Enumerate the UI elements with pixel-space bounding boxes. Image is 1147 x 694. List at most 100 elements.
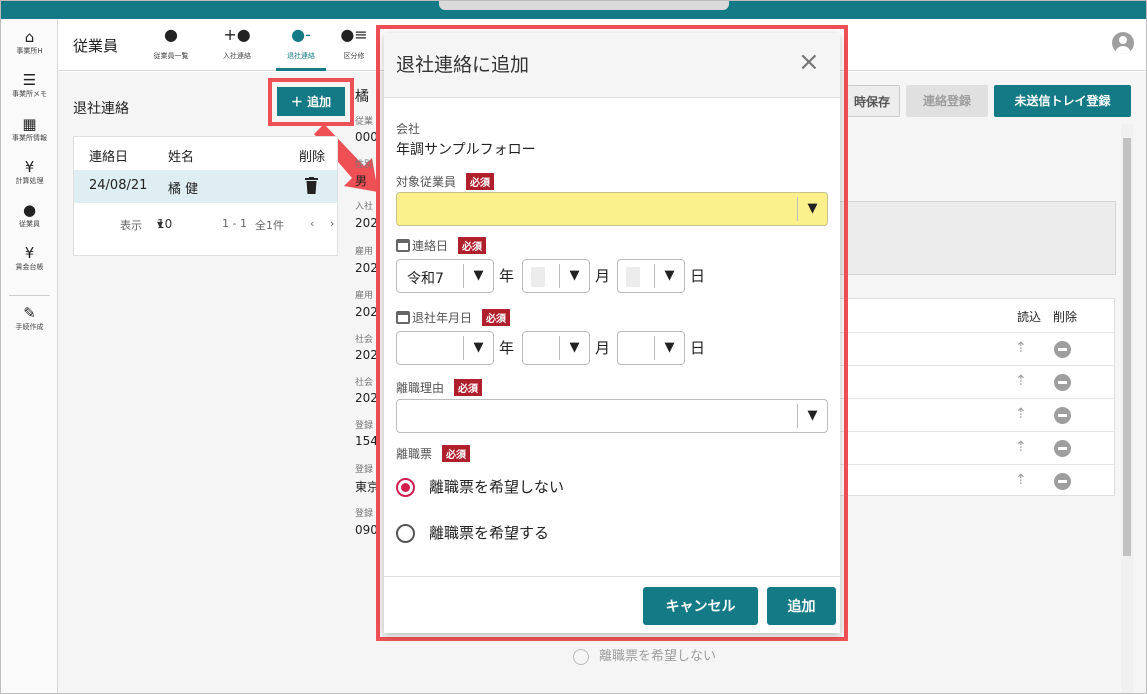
submit-add-button[interactable]: 追加 (767, 587, 836, 625)
contact-era-select[interactable]: 令和7 ▼ (396, 259, 494, 293)
table-row[interactable]: 24/08/21 橘 健 (74, 170, 337, 203)
next-page-icon[interactable]: › (330, 217, 334, 230)
avatar[interactable] (1112, 32, 1134, 54)
prev-page-icon[interactable]: ‹ (310, 217, 314, 230)
contact-day-select[interactable]: ▼ (617, 259, 685, 293)
dialog-header: 退社連絡に追加 × (384, 33, 840, 98)
col-name: 姓名 (168, 150, 195, 165)
per-page-select[interactable]: 10 ▾ (157, 217, 172, 231)
detail-value: 154 (355, 434, 378, 448)
col-delete: 削除 (299, 150, 326, 165)
col-date: 連絡日 (89, 150, 129, 165)
tab-label: 入社連絡 (223, 52, 251, 60)
year-unit: 年 (499, 339, 515, 357)
nav-item-office-info[interactable]: ▦ 事業所情報 (1, 116, 58, 143)
radio-no-slip[interactable]: 離職票を希望しない (396, 476, 564, 497)
upload-icon[interactable]: ⇡ (1015, 406, 1027, 422)
table-row: ⇡ (839, 464, 1114, 497)
edit-doc-icon: ✎ (23, 304, 36, 322)
calendar-icon (396, 239, 410, 252)
memo-icon: ☰ (22, 71, 37, 89)
detail-value: 090 (355, 523, 378, 537)
chevron-down-icon: ▼ (463, 264, 493, 288)
nav-label: 事業所H (16, 47, 43, 55)
cancel-button[interactable]: キャンセル (643, 587, 758, 625)
section-title: 退社連絡 (73, 101, 129, 117)
nav-label: 従業員 (19, 220, 40, 228)
remove-icon[interactable] (1054, 440, 1071, 457)
upload-icon[interactable]: ⇡ (1015, 472, 1027, 488)
detail-value: 000 (355, 130, 378, 144)
list-header: 連絡日 姓名 削除 (74, 137, 337, 170)
remove-icon[interactable] (1054, 407, 1071, 424)
employee-label: 対象従業員 必須 (396, 173, 495, 190)
retire-month-select[interactable]: ▼ (522, 331, 590, 365)
nav-item-procedure[interactable]: ✎ 手続作成 (1, 305, 58, 332)
retire-date-label: 退社年月日 必須 (396, 309, 511, 326)
upload-icon[interactable]: ⇡ (1015, 373, 1027, 389)
ledger-icon: ¥ (24, 244, 35, 262)
retire-date-label-text: 退社年月日 (412, 311, 473, 325)
company-label: 会社 (396, 122, 421, 136)
close-icon[interactable]: × (798, 48, 820, 76)
person-icon: ● (22, 201, 37, 219)
temp-save-button[interactable]: 時保存 (844, 85, 900, 117)
office-home-icon: ⌂ (24, 28, 35, 46)
trash-icon[interactable] (305, 177, 318, 198)
scrollbar-thumb[interactable] (1123, 138, 1131, 556)
detail-label: 入社 (355, 202, 374, 212)
tray-register-button[interactable]: 未送信トレイ登録 (994, 85, 1131, 117)
contact-month-select[interactable]: ▼ (522, 259, 590, 293)
scrollbar[interactable] (1121, 124, 1133, 693)
detail-label: 社会 (355, 378, 374, 388)
person-add-icon: +● (223, 25, 251, 44)
nav-item-memo[interactable]: ☰ 事業所メモ (1, 72, 58, 99)
nav-item-ledger[interactable]: ¥ 賃金台帳 (1, 245, 58, 272)
table-row: ⇡ (839, 365, 1114, 398)
row-date: 24/08/21 (89, 178, 148, 193)
add-button[interactable]: ＋ 追加 (277, 87, 345, 116)
remove-icon[interactable] (1054, 473, 1071, 490)
detail-label: 登録 (355, 421, 374, 431)
reason-select[interactable]: ▼ (396, 399, 828, 433)
chevron-down-icon: ▼ (654, 264, 684, 288)
detail-name: 橘 (355, 89, 369, 105)
chevron-down-icon: ▼ (463, 336, 493, 360)
day-placeholder (626, 267, 640, 287)
tab-employee-list[interactable]: ● 従業員一覧 (140, 25, 202, 61)
nav-label: 賃金台帳 (15, 263, 44, 271)
row-name: 橘 健 (168, 182, 199, 197)
remove-icon[interactable] (1054, 341, 1071, 358)
detail-label: 雇用 (355, 291, 374, 301)
remove-icon[interactable] (1054, 374, 1071, 391)
chevron-down-icon: ▼ (654, 336, 684, 360)
tab-category[interactable]: ●≡ 区分修 (330, 25, 378, 61)
radio-no-label: 離職票を希望しない (429, 478, 565, 496)
reason-label-text: 離職理由 (396, 381, 445, 395)
contact-date-label: 連絡日 必須 (396, 237, 487, 254)
page-range: 1 - 1 (222, 217, 247, 230)
employee-select[interactable]: ▼ (396, 192, 828, 226)
retire-day-select[interactable]: ▼ (617, 331, 685, 365)
day-unit: 日 (690, 339, 706, 357)
nav-item-employee[interactable]: ● 従業員 (1, 202, 58, 229)
upload-icon[interactable]: ⇡ (1015, 439, 1027, 455)
detail-value: 202 (355, 216, 378, 230)
dialog-title: 退社連絡に追加 (396, 54, 530, 76)
contact-register-button[interactable]: 連絡登録 (906, 85, 988, 117)
slip-label-text: 離職票 (396, 447, 433, 461)
retire-year-select[interactable]: ▼ (396, 331, 494, 365)
background-radio: 離職票を希望しない (573, 645, 716, 665)
nav-item-office-home[interactable]: ⌂ 事業所H (1, 29, 58, 56)
page-title: 従業員 (73, 37, 119, 55)
nav-label: 手続作成 (15, 323, 44, 331)
detail-label: 従業 (355, 117, 374, 127)
nav-item-calc[interactable]: ¥ 計算処理 (1, 159, 58, 186)
radio-want-slip[interactable]: 離職票を希望する (396, 522, 549, 543)
tab-hire-contact[interactable]: +● 入社連絡 (206, 25, 268, 61)
add-retire-dialog: 退社連絡に追加 × 会社 年調サンプルフォロー 対象従業員 必須 ▼ 連絡日 必須 … (384, 33, 840, 633)
contact-date-label-text: 連絡日 (412, 239, 449, 253)
upload-icon[interactable]: ⇡ (1015, 340, 1027, 356)
table-row: ⇡ (839, 431, 1114, 464)
tab-retire-contact[interactable]: ●- 退社連絡 (270, 25, 332, 71)
